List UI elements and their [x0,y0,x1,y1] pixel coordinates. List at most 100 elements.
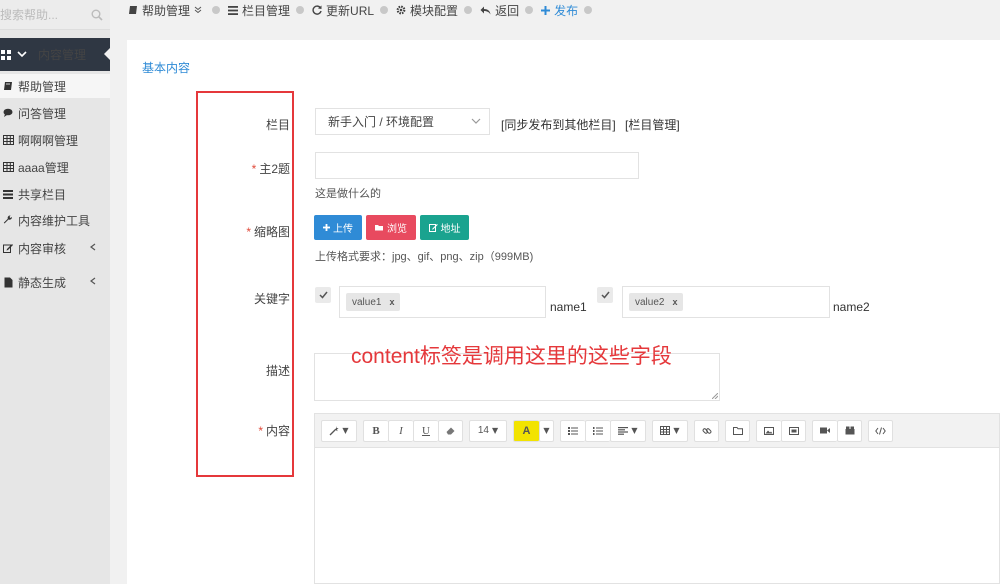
source-code-button[interactable] [868,419,893,442]
keyword1-tag-input[interactable]: value1 x [339,286,546,318]
resize-handle-icon [712,393,718,399]
sidebar-item-label: 内容审核 [18,241,67,256]
sidebar-section-label: 内容管理 [37,48,86,62]
paragraph-align-button[interactable]: ▼ [610,419,646,442]
column-manage-label: 栏目管理 [242,3,291,18]
folder-icon [732,426,743,435]
sidebar-item-aaa-manage[interactable]: 啊啊啊管理 [0,128,110,152]
search-icon[interactable] [84,9,110,21]
video-icon [820,427,830,434]
browse-button[interactable]: 浏览 [366,215,416,240]
title-input[interactable] [315,152,639,179]
double-chevron-down-icon [194,6,202,14]
column-select-value: 新手入门 / 环境配置 [328,115,435,129]
edit-icon [2,243,14,253]
check-icon [600,291,610,299]
search-input[interactable]: 搜索帮助... [0,6,84,23]
editor-style-button[interactable]: ▼ [321,419,357,442]
publish-label: 发布 [554,3,579,18]
address-button[interactable]: 地址 [420,215,469,240]
highlight-color-button[interactable]: A [513,419,539,442]
help-manage-link[interactable]: 帮助管理 [128,2,206,19]
book-icon [129,6,137,14]
code-icon [875,426,886,435]
sync-publish-link[interactable]: [同步发布到其他栏目] [501,116,616,133]
module-config-label: 模块配置 [410,3,459,18]
sidebar-item-qa-manage[interactable]: 问答管理 [0,101,110,125]
title-hint: 这是做什么的 [315,188,381,200]
back-link[interactable]: 返回 [480,2,519,19]
bullet-list-button[interactable] [560,419,585,442]
sidebar-item-maintenance-tools[interactable]: 内容维护工具 [0,208,110,232]
sidebar-item-aaaa-manage[interactable]: aaaa管理 [0,155,110,179]
rich-text-editor[interactable]: ▼ B I U 14 ▼ A ▼ ▼ ▼ [314,413,1000,584]
ordered-list-button[interactable] [585,419,610,442]
separator-dot [584,6,593,14]
column-manage-link[interactable]: 栏目管理 [228,2,290,19]
link-button[interactable] [694,419,719,442]
eraser-icon [446,427,454,435]
publish-link[interactable]: 发布 [541,2,578,19]
eraser-button[interactable] [438,419,463,442]
folder-button[interactable] [725,419,750,442]
multi-image-button[interactable] [781,419,806,442]
module-config-link[interactable]: 模块配置 [396,2,458,19]
list-ol-icon [593,426,603,435]
keyword1-checkbox[interactable] [315,287,331,303]
sidebar-item-content-review[interactable]: 内容审核 [0,236,110,260]
chevron-down-icon [471,118,481,124]
keyword2-tag: value2 x [629,293,684,311]
video-button[interactable] [812,419,837,442]
sidebar-item-label: 静态生成 [18,275,67,290]
tag-remove-icon[interactable]: x [672,297,677,307]
keyword1-tag: value1 x [346,293,401,311]
highlight-dropdown-button[interactable]: ▼ [539,419,554,442]
sidebar-search[interactable]: 搜索帮助... [0,0,110,30]
font-size-select[interactable]: 14 ▼ [469,419,507,442]
media-button[interactable] [837,419,862,442]
sidebar-item-static-gen[interactable]: 静态生成 [0,270,110,294]
bold-button[interactable]: B [363,419,388,442]
sidebar: 搜索帮助... 内容管理 帮助管理 问答管理 啊啊啊管理 aaaa管理 共享栏目… [0,0,110,584]
camera-icon [845,426,854,435]
keyword2-name: name2 [833,300,870,314]
upload-button[interactable]: 上传 [314,215,362,240]
italic-button[interactable]: I [388,419,413,442]
column-select[interactable]: 新手入门 / 环境配置 [315,108,490,135]
sidebar-item-label: 啊啊啊管理 [18,133,79,148]
active-notch [104,48,110,60]
book-icon [2,81,14,91]
column-manage-inline-link[interactable]: [栏目管理] [625,116,680,133]
sidebar-item-help-manage[interactable]: 帮助管理 [0,74,110,98]
annotation-text: content标签是调用这里的这些字段 [351,345,672,368]
file-icon [2,277,14,288]
underline-button[interactable]: U [413,419,438,442]
comments-icon [2,108,14,118]
edit-icon [428,224,438,232]
update-url-link[interactable]: 更新URL [312,2,374,19]
list-icon [2,189,14,199]
separator-dot [464,6,473,14]
image-button[interactable] [756,419,781,442]
list-icon [228,5,239,15]
annotation-highlight-box [196,91,294,477]
editor-toolbar: ▼ B I U 14 ▼ A ▼ ▼ ▼ [315,414,999,448]
tag-remove-icon[interactable]: x [389,297,394,307]
keyword2-tag-input[interactable]: value2 x [622,286,830,318]
back-label: 返回 [495,3,520,18]
keyword2-checkbox[interactable] [597,287,613,303]
image-icon [764,426,774,435]
separator-dot [296,6,305,14]
reply-icon [480,6,491,14]
sidebar-item-shared-column[interactable]: 共享栏目 [0,182,110,206]
plus-icon [541,5,551,15]
chevron-left-icon [90,242,110,254]
check-icon [318,291,328,299]
folder-open-icon [375,225,383,231]
table-insert-button[interactable]: ▼ [652,419,688,442]
top-toolbar: 帮助管理 栏目管理 更新URL 模块配置 返回 发布 [110,0,1000,20]
help-manage-label: 帮助管理 [142,3,191,18]
sidebar-section-content-manage[interactable]: 内容管理 [0,38,110,71]
wrench-icon [2,215,14,225]
table-icon [2,162,14,172]
